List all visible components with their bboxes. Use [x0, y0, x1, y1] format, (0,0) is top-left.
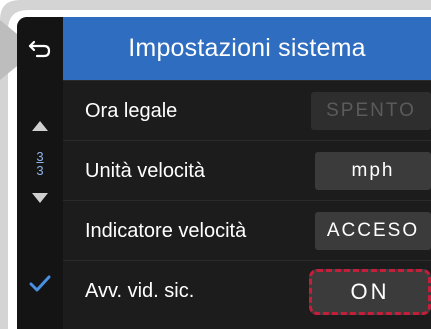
scroll-up-button[interactable]	[17, 115, 63, 137]
checkmark-icon	[29, 275, 51, 292]
page-title: Impostazioni sistema	[63, 17, 431, 80]
side-nav: 3 3	[17, 17, 63, 329]
speed-indicator-toggle[interactable]: ACCESO	[315, 212, 431, 250]
arrow-down-icon	[32, 193, 48, 203]
scroll-down-button[interactable]	[17, 187, 63, 209]
back-button[interactable]	[17, 27, 63, 71]
daylight-saving-toggle[interactable]: SPENTO	[311, 92, 431, 130]
device-screen: 3 3 Impostazioni sistema Ora legale SPEN…	[17, 17, 431, 329]
setting-row-speed-unit: Unità velocità mph	[63, 140, 431, 200]
setting-label: Unità velocità	[85, 159, 206, 182]
speed-unit-toggle[interactable]: mph	[315, 152, 431, 190]
setting-row-safety-video-alert: Avv. vid. sic. ON	[63, 260, 431, 320]
arrow-up-icon	[32, 121, 48, 131]
page-current: 3	[36, 149, 44, 164]
setting-label: Indicatore velocità	[85, 219, 247, 242]
setting-label: Avv. vid. sic.	[85, 279, 195, 302]
setting-row-speed-indicator: Indicatore velocità ACCESO	[63, 200, 431, 260]
page-indicator: 3 3	[17, 141, 63, 187]
setting-row-daylight-saving: Ora legale SPENTO	[63, 80, 431, 140]
app-frame: 3 3 Impostazioni sistema Ora legale SPEN…	[0, 0, 431, 329]
confirm-button[interactable]	[17, 269, 63, 299]
back-arrow-icon	[28, 40, 51, 58]
page-total: 3	[36, 163, 44, 178]
setting-label: Ora legale	[85, 99, 178, 122]
safety-video-alert-toggle[interactable]: ON	[309, 269, 431, 315]
